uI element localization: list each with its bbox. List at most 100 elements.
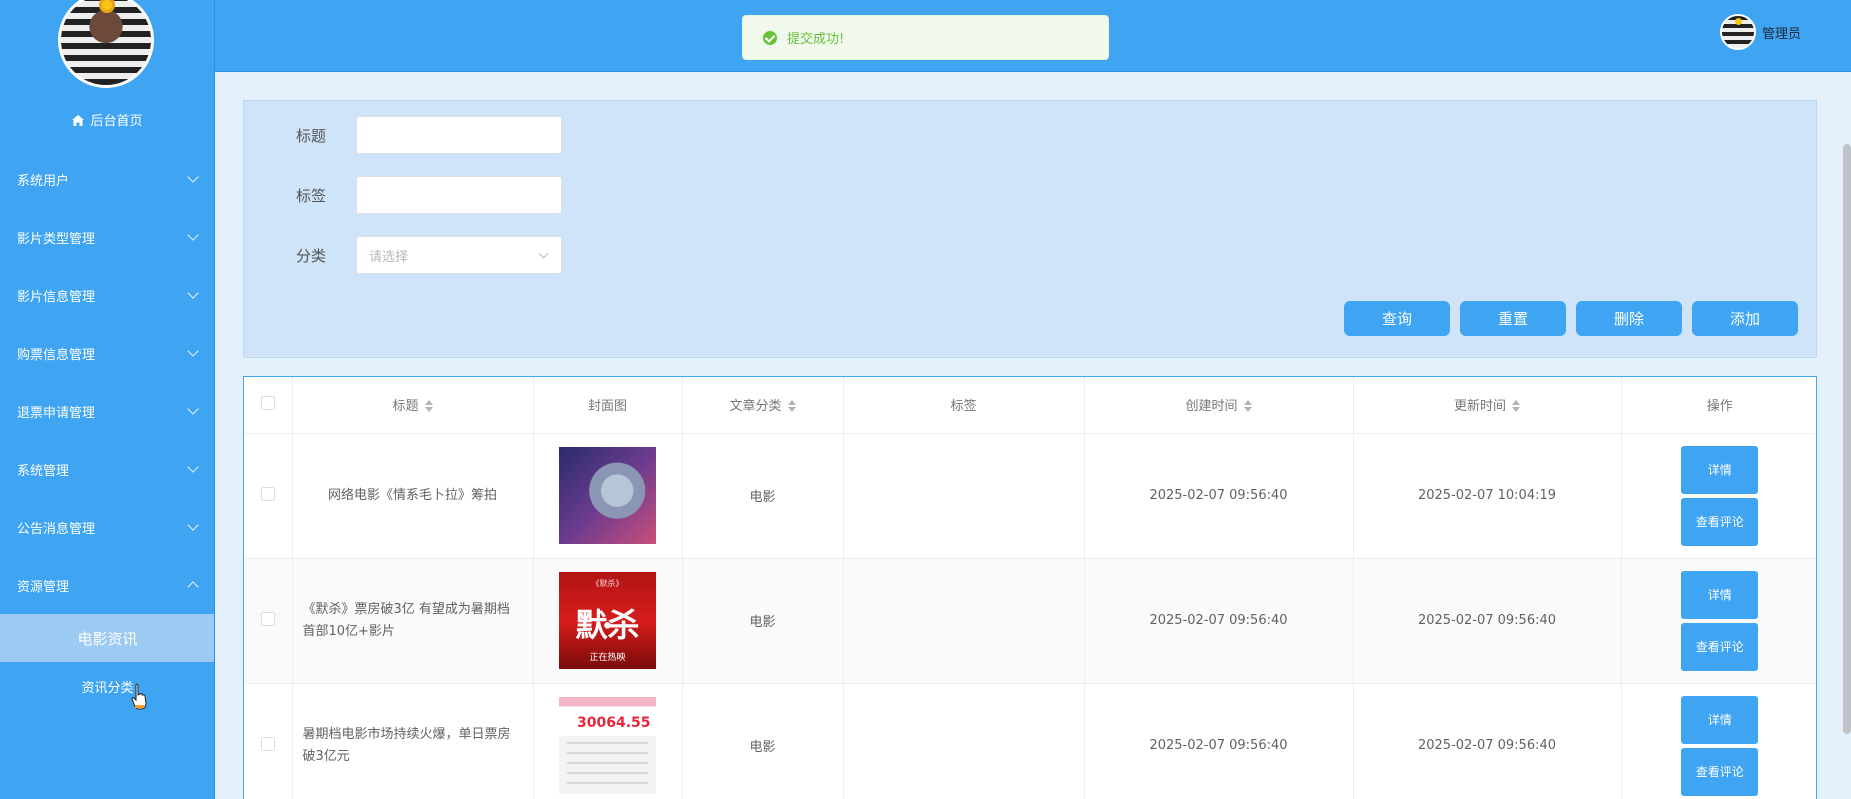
menu-item-system-users[interactable]: 系统用户 bbox=[0, 150, 214, 208]
column-header-title[interactable]: 标题 bbox=[292, 377, 534, 434]
row-updated: 2025-02-07 10:04:19 bbox=[1353, 433, 1622, 559]
chevron-down-icon bbox=[187, 229, 199, 241]
submenu-item-news-category[interactable]: 资讯分类 bbox=[0, 662, 214, 710]
row-category: 电影 bbox=[682, 433, 844, 559]
sort-icon[interactable] bbox=[1512, 400, 1520, 413]
detail-button[interactable]: 详情 bbox=[1681, 445, 1759, 494]
menu-item-label: 影片类型管理 bbox=[17, 231, 96, 247]
flower-icon bbox=[99, 0, 115, 13]
chevron-down-icon bbox=[187, 519, 199, 531]
sidebar-avatar bbox=[58, 0, 154, 88]
select-all-cell bbox=[244, 377, 293, 434]
column-header-category[interactable]: 文章分类 bbox=[682, 377, 844, 434]
detail-button[interactable]: 详情 bbox=[1681, 695, 1759, 744]
row-updated: 2025-02-07 09:56:40 bbox=[1353, 683, 1622, 799]
menu-item-label: 系统用户 bbox=[17, 173, 70, 189]
user-avatar bbox=[1719, 14, 1756, 50]
row-title: 暑期档电影市场持续火爆，单日票房破3亿元 bbox=[292, 683, 534, 799]
chevron-down-icon bbox=[187, 403, 199, 415]
row-title: 网络电影《情系毛卜拉》筹拍 bbox=[292, 433, 534, 559]
table-row: 暑期档电影市场持续火爆，单日票房破3亿元 30064.55 电影 2025-02… bbox=[244, 683, 1816, 799]
category-placeholder: 请选择 bbox=[369, 249, 409, 265]
view-comments-button[interactable]: 查看评论 bbox=[1681, 622, 1759, 671]
menu-item-notices[interactable]: 公告消息管理 bbox=[0, 498, 214, 556]
chevron-down-icon bbox=[538, 248, 549, 258]
success-check-icon bbox=[763, 30, 777, 45]
form-row-tag: 标签 bbox=[244, 176, 562, 214]
page-scrollbar[interactable] bbox=[1843, 144, 1851, 734]
row-tags bbox=[843, 683, 1085, 799]
row-actions: 详情 查看评论 bbox=[1621, 558, 1816, 684]
chevron-down-icon bbox=[187, 171, 199, 183]
submenu-item-label: 资讯分类 bbox=[81, 680, 134, 696]
form-row-title: 标题 bbox=[244, 116, 562, 154]
cover-image[interactable]: 30064.55 bbox=[559, 697, 656, 794]
row-checkbox[interactable] bbox=[260, 486, 275, 501]
title-input[interactable] bbox=[356, 116, 562, 154]
main-content: 标题 标签 分类 请选择 查询 重置 删除 添加 标题 封面图 文章分类 标签 … bbox=[215, 72, 1851, 799]
hand-cursor-icon bbox=[131, 683, 147, 710]
sort-icon[interactable] bbox=[787, 400, 796, 413]
row-cover-cell: 30064.55 bbox=[533, 683, 683, 799]
menu-item-ticket-info[interactable]: 购票信息管理 bbox=[0, 324, 214, 382]
add-button[interactable]: 添加 bbox=[1692, 301, 1798, 336]
user-name: 管理员 bbox=[1761, 26, 1801, 42]
category-label: 分类 bbox=[295, 246, 326, 265]
column-title-label: 标题 bbox=[392, 399, 419, 415]
success-toast: 提交成功! bbox=[742, 15, 1109, 60]
row-created: 2025-02-07 09:56:40 bbox=[1084, 433, 1354, 559]
menu-item-label: 资源管理 bbox=[17, 579, 70, 595]
view-comments-button[interactable]: 查看评论 bbox=[1681, 747, 1759, 796]
cover-bottom-text: 正在热映 bbox=[589, 653, 626, 663]
form-row-category: 分类 请选择 bbox=[244, 236, 562, 274]
query-button[interactable]: 查询 bbox=[1344, 301, 1450, 336]
sort-icon[interactable] bbox=[424, 400, 433, 413]
menu-item-label: 退票申请管理 bbox=[17, 405, 96, 421]
sidebar: 后台首页 系统用户 影片类型管理 影片信息管理 购票信息管理 退票申请管理 系统… bbox=[0, 0, 215, 799]
tag-input[interactable] bbox=[356, 176, 562, 214]
user-menu[interactable]: 管理员 bbox=[1719, 14, 1801, 50]
cover-lines bbox=[567, 742, 648, 788]
row-cover-cell bbox=[533, 433, 683, 559]
column-header-created[interactable]: 创建时间 bbox=[1084, 377, 1354, 434]
action-buttons: 查询 重置 删除 添加 bbox=[1344, 301, 1798, 336]
row-cover-cell: 《默杀》 默杀 正在热映 bbox=[533, 558, 683, 684]
row-tags bbox=[843, 433, 1085, 559]
column-header-updated[interactable]: 更新时间 bbox=[1353, 377, 1622, 434]
menu-item-refund[interactable]: 退票申请管理 bbox=[0, 382, 214, 440]
cover-image[interactable] bbox=[559, 447, 656, 544]
detail-button[interactable]: 详情 bbox=[1681, 570, 1759, 619]
chevron-down-icon bbox=[187, 461, 199, 473]
table-header-row: 标题 封面图 文章分类 标签 创建时间 更新时间 操作 bbox=[244, 377, 1816, 434]
title-label: 标题 bbox=[295, 126, 326, 145]
delete-button[interactable]: 删除 bbox=[1576, 301, 1682, 336]
cover-number-text: 30064.55 bbox=[577, 715, 651, 731]
menu-item-label: 购票信息管理 bbox=[17, 347, 96, 363]
view-comments-button[interactable]: 查看评论 bbox=[1681, 497, 1759, 546]
reset-button[interactable]: 重置 bbox=[1460, 301, 1566, 336]
home-icon bbox=[72, 115, 85, 126]
row-category: 电影 bbox=[682, 558, 844, 684]
cover-image[interactable]: 《默杀》 默杀 正在热映 bbox=[559, 572, 656, 669]
chevron-up-icon bbox=[187, 581, 199, 593]
column-actions-label: 操作 bbox=[1706, 399, 1733, 415]
row-checkbox[interactable] bbox=[260, 736, 275, 751]
submenu-item-label: 电影资讯 bbox=[77, 629, 138, 648]
category-select[interactable]: 请选择 bbox=[356, 236, 562, 274]
home-link[interactable]: 后台首页 bbox=[0, 110, 214, 129]
select-all-checkbox[interactable] bbox=[260, 395, 275, 410]
menu-item-label: 系统管理 bbox=[17, 463, 70, 479]
menu-item-movie-info[interactable]: 影片信息管理 bbox=[0, 266, 214, 324]
sort-icon[interactable] bbox=[1243, 400, 1252, 413]
submenu-item-movie-news[interactable]: 电影资讯 bbox=[0, 614, 214, 662]
column-tags-label: 标签 bbox=[950, 399, 977, 415]
row-checkbox[interactable] bbox=[260, 611, 275, 626]
chevron-down-icon bbox=[187, 287, 199, 299]
row-updated: 2025-02-07 09:56:40 bbox=[1353, 558, 1622, 684]
menu-item-resources[interactable]: 资源管理 bbox=[0, 556, 214, 614]
cover-top-text: 《默杀》 bbox=[591, 579, 624, 588]
menu-item-system-management[interactable]: 系统管理 bbox=[0, 440, 214, 498]
cover-main-text: 默杀 bbox=[575, 606, 640, 644]
row-category: 电影 bbox=[682, 683, 844, 799]
menu-item-movie-types[interactable]: 影片类型管理 bbox=[0, 208, 214, 266]
